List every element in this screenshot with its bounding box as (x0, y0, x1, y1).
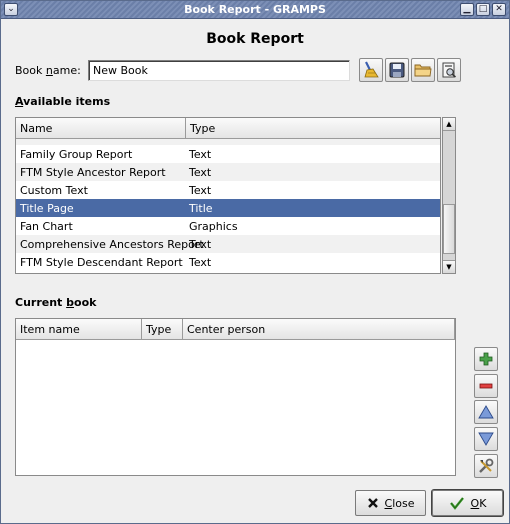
list-item[interactable]: Custom Text Text (16, 181, 440, 199)
book-report-window: ⌄ Book Report - GRAMPS ▁ □ ✕ Book Report… (0, 0, 510, 524)
column-header-center-person[interactable]: Center person (183, 319, 455, 340)
ok-button[interactable]: OK (431, 489, 504, 517)
remove-icon (479, 383, 493, 389)
list-item-selected[interactable]: Title Page Title (16, 199, 440, 217)
clear-book-icon (364, 61, 379, 78)
open-book-icon (414, 64, 432, 77)
ok-button-label: OK (470, 496, 487, 510)
move-up-icon (478, 405, 494, 419)
scroll-down-icon[interactable]: ▼ (443, 260, 455, 273)
configure-icon (479, 458, 494, 473)
save-book-button[interactable] (385, 58, 409, 82)
minimize-icon[interactable]: ▁ (460, 3, 474, 16)
close-button-label: Close (384, 496, 415, 510)
list-item[interactable]: Fan Chart Graphics (16, 217, 440, 235)
book-name-input[interactable]: New Book (88, 60, 350, 81)
add-icon (479, 352, 493, 366)
remove-item-button[interactable] (474, 374, 498, 398)
edit-books-icon (442, 62, 457, 78)
column-header-type[interactable]: Type (186, 118, 440, 139)
window-title: Book Report - GRAMPS (184, 3, 326, 16)
current-book-label: Current book (15, 296, 97, 309)
available-items-scrollbar[interactable]: ▲ ▼ (442, 117, 456, 274)
available-items-list[interactable]: Name Type Family Group Report Text FTM St… (15, 117, 441, 274)
scrollbar-thumb[interactable] (443, 204, 455, 254)
available-items-label: Available items (15, 95, 111, 108)
current-book-list[interactable]: Item name Type Center person (15, 318, 456, 476)
column-header-item-name[interactable]: Item name (16, 319, 142, 340)
maximize-icon[interactable]: □ (476, 3, 490, 16)
list-item[interactable]: FTM Style Ancestor Report Text (16, 163, 440, 181)
open-book-button[interactable] (411, 58, 435, 82)
clear-book-button[interactable] (359, 58, 383, 82)
save-book-icon (389, 62, 405, 78)
move-up-button[interactable] (474, 400, 498, 424)
add-item-button[interactable] (474, 347, 498, 371)
move-down-icon (478, 432, 494, 446)
close-icon (367, 498, 378, 508)
scroll-up-icon[interactable]: ▲ (443, 118, 455, 131)
list-item[interactable]: FTM Style Descendant Report Text (16, 253, 440, 271)
list-item[interactable]: Family Group Report Text (16, 145, 440, 163)
configure-item-button[interactable] (474, 454, 498, 478)
book-name-label: Book name: (15, 64, 81, 77)
page-title: Book Report (206, 31, 304, 47)
edit-books-button[interactable] (437, 58, 461, 82)
close-button[interactable]: Close (355, 490, 426, 516)
column-header-type[interactable]: Type (142, 319, 183, 340)
column-header-name[interactable]: Name (16, 118, 186, 139)
move-down-button[interactable] (474, 427, 498, 451)
checkmark-icon (449, 497, 464, 510)
title-bar[interactable]: ⌄ Book Report - GRAMPS ▁ □ ✕ (1, 1, 509, 19)
close-window-icon[interactable]: ✕ (492, 3, 506, 16)
list-item[interactable]: Comprehensive Ancestors Report Text (16, 235, 440, 253)
